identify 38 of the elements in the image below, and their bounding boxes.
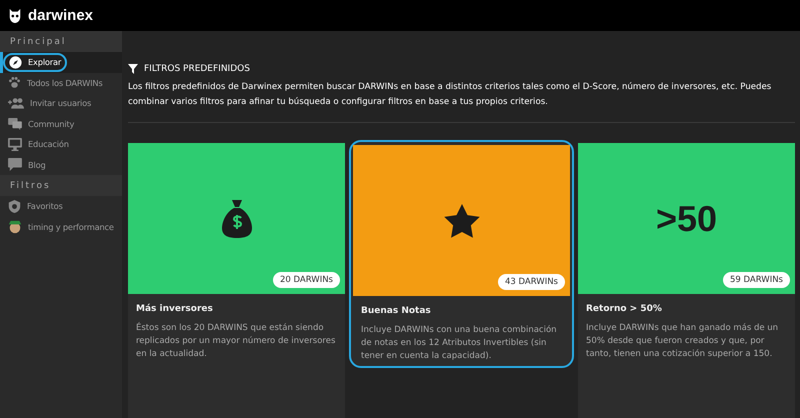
card-description: Éstos son los 20 DARWINS que están siendo replicados por un mayor número de inversores en la actualidad. (136, 322, 336, 361)
shield-icon (8, 200, 21, 213)
count-badge: 20 DARWINs (273, 272, 340, 288)
count-badge: 43 DARWINs (498, 274, 565, 290)
sidebar-heading: Principal (0, 31, 122, 52)
filter-card[interactable]: 20 DARWINs Más inversores Éstos son los 20 DARWINS que están siendo replicados por un mayor número de inversores en la actualidad. (128, 143, 345, 418)
sidebar-item[interactable]: Explorar (0, 52, 122, 72)
card-title: Retorno > 50% (586, 304, 663, 314)
banner-text: >50 (656, 198, 718, 240)
sidebar-item[interactable]: timing y performance (0, 216, 122, 237)
sidebar-item[interactable]: Todos los DARWINs (0, 72, 122, 93)
sidebar-item[interactable]: Blog (0, 154, 122, 175)
sidebar-item[interactable]: Favoritos (0, 196, 122, 216)
filter-icon (128, 64, 138, 74)
section-title: FILTROS PREDEFINIDOS (144, 64, 250, 74)
filter-card[interactable]: 43 DARWINs Buenas Notas Incluye DARWINs con una buena combinación de notas en los 12 Atributos Invertibles (sin tener en cuenta la capacidad). (349, 140, 574, 368)
sidebar-item[interactable]: Community (0, 114, 122, 134)
card-description: Incluye DARWINs que han ganado más de un 50% desde que fueron creados y que, por tanto, tienen una cotización superior a 150. (586, 322, 780, 361)
sidebar-heading: Filtros (0, 175, 122, 196)
filter-card[interactable]: >50 59 DARWINs Retorno > 50% Incluye DARWINs que han ganado más de un 50% desde que fueron creados y que, por tanto, tienen una cotización superior a 150. (578, 143, 795, 418)
card-title: Más inversores (136, 304, 214, 314)
paw-icon (8, 76, 21, 90)
count-badge: 59 DARWINs (723, 272, 790, 288)
sidebar-item[interactable]: Invitar usuarios (0, 93, 122, 114)
brand-name[interactable]: darwinex (28, 7, 94, 24)
comment-icon (8, 158, 22, 172)
monitor-icon (8, 138, 22, 151)
card-title: Buenas Notas (361, 306, 432, 316)
star-icon (444, 204, 480, 238)
logo-icon (8, 8, 22, 22)
chat-icon (8, 118, 22, 130)
money-bag-icon (222, 200, 252, 238)
compass-icon (9, 56, 22, 69)
add-users-icon (8, 97, 24, 110)
avatar-icon (8, 220, 22, 234)
intro-text: Los filtros predefinidos de Darwinex permiten buscar DARWINs en base a distintos criterios tales como el D-Score, número de inversores, etc. Puedes combinar varios filtros para afinar tu búsqueda o configurar filtros en base a tus propios criterios. (128, 81, 772, 109)
sidebar-item[interactable]: Educación (0, 134, 122, 154)
card-description: Incluye DARWINs con una buena combinación de notas en los 12 Atributos Invertibles (sin tener en cuenta la capacidad). (361, 324, 558, 363)
